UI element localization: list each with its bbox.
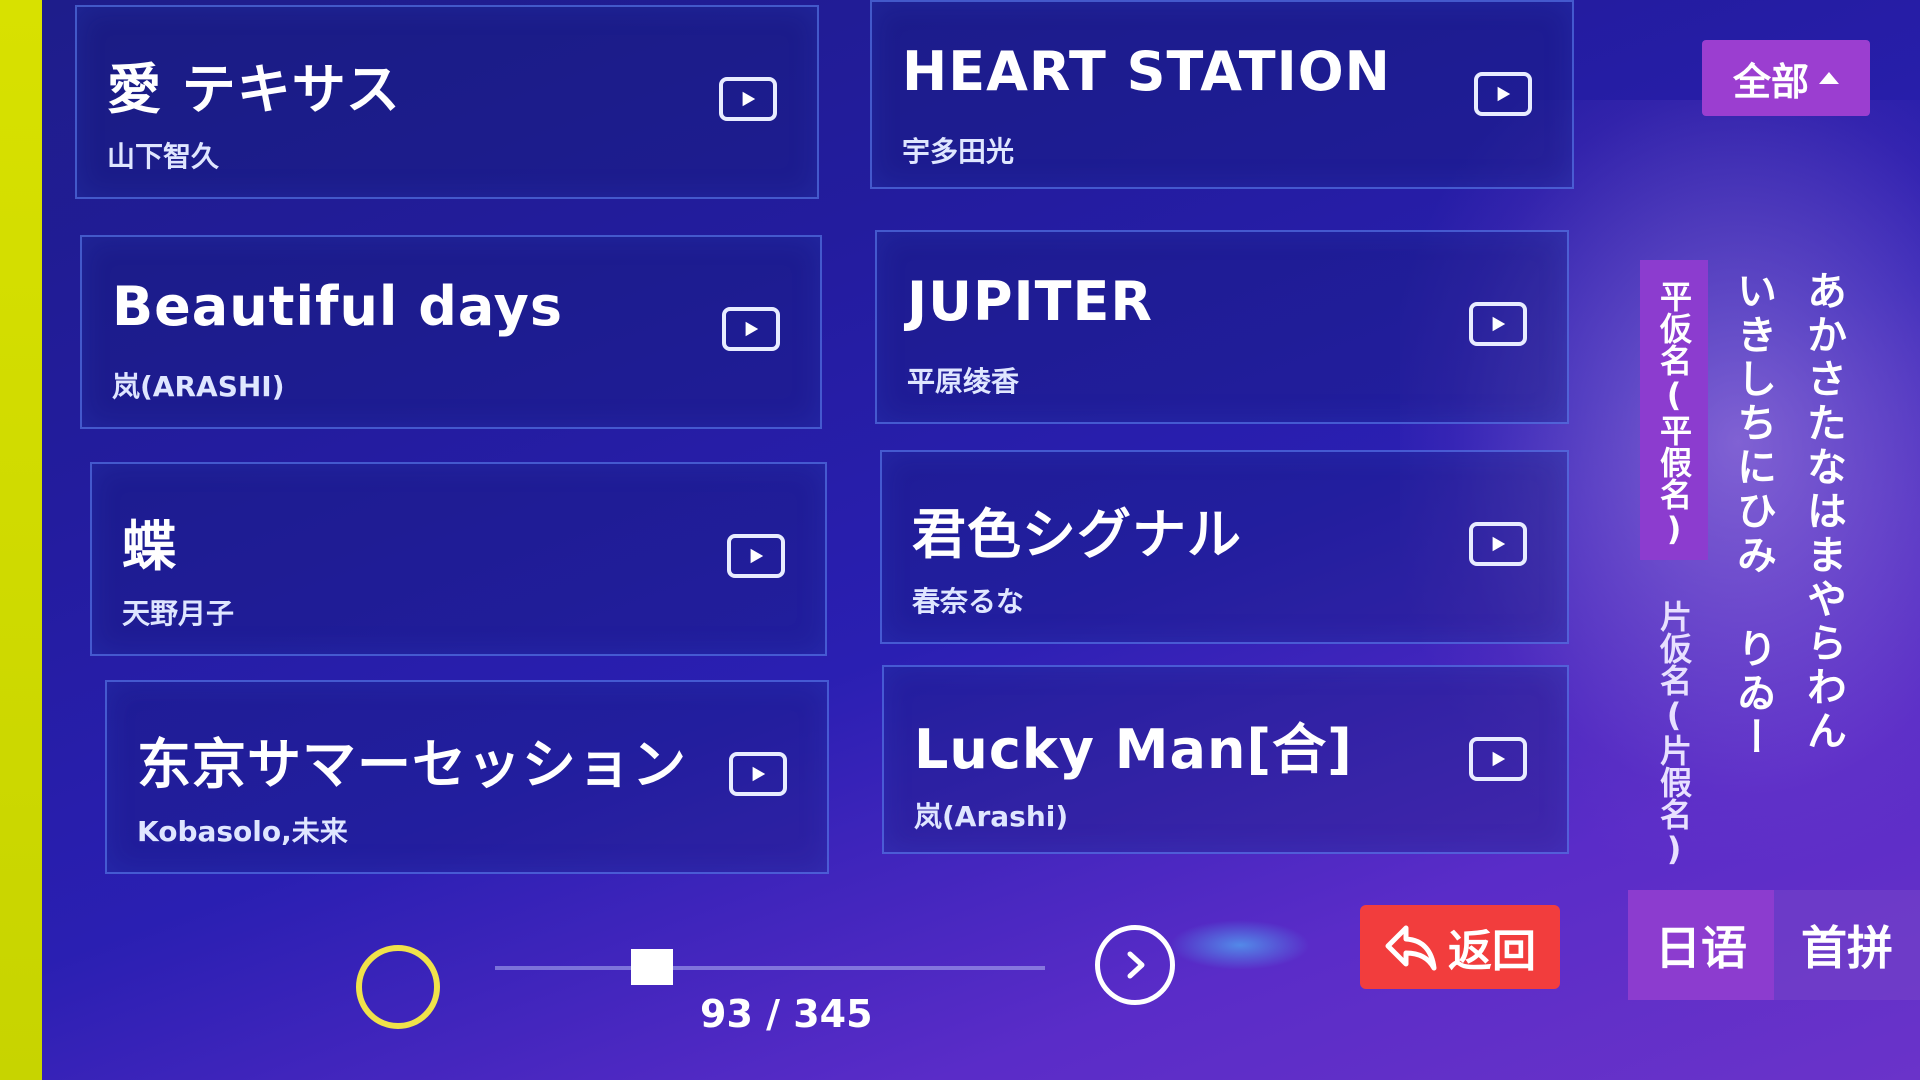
filter-all-button[interactable]: 全部 [1702,40,1870,116]
song-artist: 春奈るな [912,585,1025,618]
back-arrow-icon [1385,925,1437,971]
song-card[interactable]: JUPITER 平原绫香 [875,230,1569,424]
play-icon [1497,86,1511,102]
song-artist: 岚(Arashi) [914,800,1069,833]
song-title: 愛 テキサス [107,58,401,121]
song-artist: 山下智久 [107,140,220,173]
video-preview-button[interactable] [727,534,785,578]
back-label: 返回 [1448,926,1536,977]
song-artist: 岚(ARASHI) [112,370,285,403]
song-grid: 愛 テキサス 山下智久 HEART STATION 宇多田光 Beautiful… [70,0,1580,874]
video-preview-button[interactable] [1469,522,1527,566]
next-page-button[interactable] [1095,925,1175,1005]
song-card[interactable]: Lucky Man[合] 岚(Arashi) [882,665,1569,854]
play-icon [1492,536,1506,552]
kana-index-panel: 平仮名(平假名) 片仮名(片假名) いきしちにひみ りゐー あかさたなはまやらわ… [1640,260,1920,868]
caret-up-icon [1819,72,1839,84]
song-card[interactable]: 蝶 天野月子 [90,462,827,656]
chevron-right-icon [1127,951,1145,979]
play-icon [750,548,764,564]
song-title: 君色シグナル [912,503,1242,566]
tab-initials[interactable]: 首拼 [1774,890,1920,1000]
page-indicator: 93 / 345 [700,992,873,1036]
song-card[interactable]: 愛 テキサス 山下智久 [75,5,819,199]
song-title: JUPITER [907,270,1153,333]
play-icon [1492,751,1506,767]
previous-page-button[interactable] [356,945,440,1029]
back-button[interactable]: 返回 [1360,905,1560,989]
video-preview-button[interactable] [722,307,780,351]
song-title: Lucky Man[合] [914,718,1353,781]
kana-index-column[interactable]: あかさたなはまやらわん [1800,270,1846,754]
page-slider-thumb[interactable] [630,949,673,985]
decorative-glow [1170,920,1310,970]
song-title: HEART STATION [902,40,1391,103]
song-artist: 平原绫香 [907,365,1020,398]
song-card[interactable]: 君色シグナル 春奈るな [880,450,1569,644]
left-edge-strip [0,0,42,1080]
song-card[interactable]: HEART STATION 宇多田光 [870,0,1574,189]
song-card[interactable]: 东京サマーセッション Kobasolo,未来 [105,680,829,874]
play-icon [752,766,766,782]
video-preview-button[interactable] [729,752,787,796]
tab-japanese[interactable]: 日语 [1628,890,1774,1000]
video-preview-button[interactable] [1469,737,1527,781]
song-artist: 宇多田光 [902,135,1015,168]
song-title: 蝶 [122,515,177,578]
filter-label: 全部 [1732,59,1809,104]
kana-index-column[interactable]: いきしちにひみ りゐー [1730,270,1776,760]
song-artist: Kobasolo,未来 [137,815,348,848]
play-icon [742,91,756,107]
video-preview-button[interactable] [1474,72,1532,116]
video-preview-button[interactable] [719,77,777,121]
video-preview-button[interactable] [1469,302,1527,346]
song-artist: 天野月子 [122,597,235,630]
tab-hiragana[interactable]: 平仮名(平假名) [1640,260,1708,560]
song-title: Beautiful days [112,275,564,338]
language-tabs: 日语 首拼 [1628,890,1920,1000]
play-icon [1492,316,1506,332]
song-card[interactable]: Beautiful days 岚(ARASHI) [80,235,822,429]
page-slider[interactable] [495,949,1045,985]
play-icon [745,321,759,337]
song-title: 东京サマーセッション [137,733,687,796]
tab-katakana[interactable]: 片仮名(片假名) [1640,580,1708,870]
